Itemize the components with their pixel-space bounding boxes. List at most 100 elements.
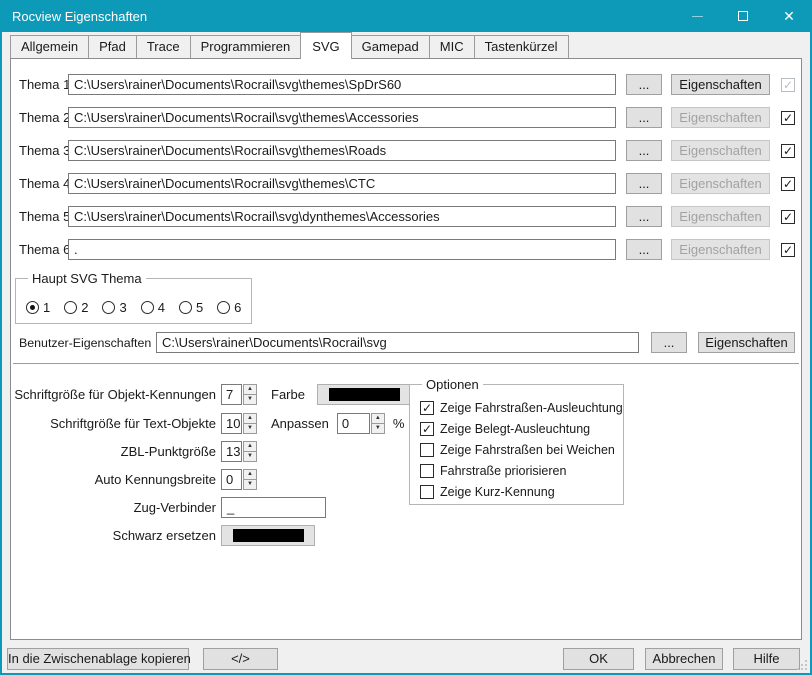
- theme-path-input[interactable]: C:\Users\rainer\Documents\Rocrail\svg\th…: [68, 74, 616, 95]
- theme-browse-button[interactable]: ...: [626, 140, 662, 161]
- tab-tastenk-rzel[interactable]: Tastenkürzel: [474, 35, 569, 58]
- help-button[interactable]: Hilfe: [733, 648, 800, 670]
- adjust-value[interactable]: 0: [337, 413, 370, 434]
- spin-down-icon[interactable]: [243, 423, 257, 434]
- user-properties-input[interactable]: C:\Users\rainer\Documents\Rocrail\svg: [156, 332, 639, 353]
- theme-browse-button[interactable]: ...: [626, 107, 662, 128]
- option-zeige-belegt-ausleuchtung: Zeige Belegt-Ausleuchtung: [420, 422, 623, 436]
- option-zeige-fahrstra-en-ausleuchtung: Zeige Fahrstraßen-Ausleuchtung: [420, 401, 623, 415]
- theme-properties-button[interactable]: Eigenschaften: [671, 239, 770, 260]
- code-button[interactable]: </>: [203, 648, 278, 670]
- theme-path-input[interactable]: C:\Users\rainer\Documents\Rocrail\svg\th…: [68, 140, 616, 161]
- auto-id-width-spinner[interactable]: 0: [221, 469, 257, 490]
- user-properties-browse-button[interactable]: ...: [651, 332, 687, 353]
- copy-to-clipboard-button[interactable]: In die Zwischenablage kopieren: [7, 648, 189, 670]
- theme-enabled-checkbox[interactable]: [781, 111, 795, 125]
- option-checkbox[interactable]: [420, 422, 434, 436]
- option-checkbox[interactable]: [420, 464, 434, 478]
- option-checkbox[interactable]: [420, 401, 434, 415]
- option-checkbox[interactable]: [420, 485, 434, 499]
- theme-path-input[interactable]: C:\Users\rainer\Documents\Rocrail\svg\dy…: [68, 206, 616, 227]
- main-theme-radio-2[interactable]: 2: [64, 300, 88, 315]
- radio-label: 2: [81, 300, 88, 315]
- adjust-spinner[interactable]: 0: [337, 413, 385, 434]
- theme-label: Thema 6: [19, 242, 68, 257]
- radio-label: 3: [119, 300, 126, 315]
- tab-trace[interactable]: Trace: [136, 35, 191, 58]
- main-theme-radio-3[interactable]: 3: [102, 300, 126, 315]
- tab-pfad[interactable]: Pfad: [88, 35, 137, 58]
- close-icon: ✕: [783, 9, 795, 23]
- adjust-unit-label: %: [393, 416, 405, 431]
- theme-browse-button[interactable]: ...: [626, 239, 662, 260]
- theme-browse-button[interactable]: ...: [626, 74, 662, 95]
- zbl-point-size-value[interactable]: 13: [221, 441, 242, 462]
- option-zeige-kurz-kennung: Zeige Kurz-Kennung: [420, 485, 623, 499]
- tab-gamepad[interactable]: Gamepad: [351, 35, 430, 58]
- tab-programmieren[interactable]: Programmieren: [190, 35, 302, 58]
- theme-browse-button[interactable]: ...: [626, 173, 662, 194]
- theme-properties-button[interactable]: Eigenschaften: [671, 173, 770, 194]
- resize-grip[interactable]: [797, 660, 807, 670]
- spin-down-icon[interactable]: [243, 451, 257, 462]
- radio-label: 5: [196, 300, 203, 315]
- theme-row-2: Thema 2C:\Users\rainer\Documents\Rocrail…: [19, 107, 795, 128]
- spin-down-icon[interactable]: [371, 423, 385, 434]
- tab-mic[interactable]: MIC: [429, 35, 475, 58]
- color-swatch: [329, 388, 400, 401]
- tab-allgemein[interactable]: Allgemein: [10, 35, 89, 58]
- text-font-size-spinner[interactable]: 10: [221, 413, 257, 434]
- theme-enabled-checkbox[interactable]: [781, 243, 795, 257]
- theme-properties-button[interactable]: Eigenschaften: [671, 140, 770, 161]
- theme-label: Thema 2: [19, 110, 68, 125]
- main-theme-radio-1[interactable]: 1: [26, 300, 50, 315]
- svg-tab-panel: Thema 1C:\Users\rainer\Documents\Rocrail…: [10, 58, 802, 640]
- text-font-size-row: Schriftgröße für Text-Objekte 10 Anpasse…: [19, 412, 404, 434]
- train-connector-input[interactable]: _: [221, 497, 326, 518]
- radio-icon: [141, 301, 154, 314]
- theme-enabled-checkbox[interactable]: [781, 210, 795, 224]
- radio-icon: [64, 301, 77, 314]
- theme-path-input[interactable]: C:\Users\rainer\Documents\Rocrail\svg\th…: [68, 173, 616, 194]
- main-theme-radio-6[interactable]: 6: [217, 300, 241, 315]
- replace-black-label: Schwarz ersetzen: [113, 528, 216, 543]
- theme-browse-button[interactable]: ...: [626, 206, 662, 227]
- theme-enabled-checkbox[interactable]: [781, 177, 795, 191]
- maximize-icon: [738, 11, 748, 21]
- theme-properties-button[interactable]: Eigenschaften: [671, 206, 770, 227]
- option-label: Zeige Fahrstraßen-Ausleuchtung: [440, 401, 623, 415]
- zbl-point-size-spinner[interactable]: 13: [221, 441, 257, 462]
- minimize-button[interactable]: [674, 0, 720, 32]
- spin-down-icon[interactable]: [243, 394, 257, 405]
- object-font-size-spinner[interactable]: 7: [221, 384, 257, 405]
- replace-black-swatch: [233, 529, 304, 542]
- color-button[interactable]: [317, 384, 412, 405]
- theme-properties-button[interactable]: Eigenschaften: [671, 107, 770, 128]
- cancel-button[interactable]: Abbrechen: [645, 648, 723, 670]
- user-properties-label: Benutzer-Eigenschaften: [19, 336, 156, 350]
- auto-id-width-row: Auto Kennungsbreite 0: [19, 468, 257, 490]
- object-font-size-value[interactable]: 7: [221, 384, 242, 405]
- text-font-size-label: Schriftgröße für Text-Objekte: [50, 416, 216, 431]
- theme-path-input[interactable]: .: [68, 239, 616, 260]
- theme-properties-button[interactable]: Eigenschaften: [671, 74, 770, 95]
- tab-svg[interactable]: SVG: [300, 32, 351, 59]
- minimize-icon: [692, 16, 703, 17]
- spin-down-icon[interactable]: [243, 479, 257, 490]
- auto-id-width-label: Auto Kennungsbreite: [95, 472, 216, 487]
- window-border-left: [0, 32, 2, 675]
- maximize-button[interactable]: [720, 0, 766, 32]
- close-button[interactable]: ✕: [766, 0, 812, 32]
- ok-button[interactable]: OK: [563, 648, 634, 670]
- train-connector-row: Zug-Verbinder _: [19, 496, 326, 518]
- replace-black-button[interactable]: [221, 525, 315, 546]
- main-theme-radio-4[interactable]: 4: [141, 300, 165, 315]
- auto-id-width-value[interactable]: 0: [221, 469, 242, 490]
- text-font-size-value[interactable]: 10: [221, 413, 242, 434]
- theme-path-input[interactable]: C:\Users\rainer\Documents\Rocrail\svg\th…: [68, 107, 616, 128]
- user-properties-properties-button[interactable]: Eigenschaften: [698, 332, 795, 353]
- option-fahrstra-e-priorisieren: Fahrstraße priorisieren: [420, 464, 623, 478]
- option-checkbox[interactable]: [420, 443, 434, 457]
- main-theme-radio-5[interactable]: 5: [179, 300, 203, 315]
- theme-enabled-checkbox[interactable]: [781, 144, 795, 158]
